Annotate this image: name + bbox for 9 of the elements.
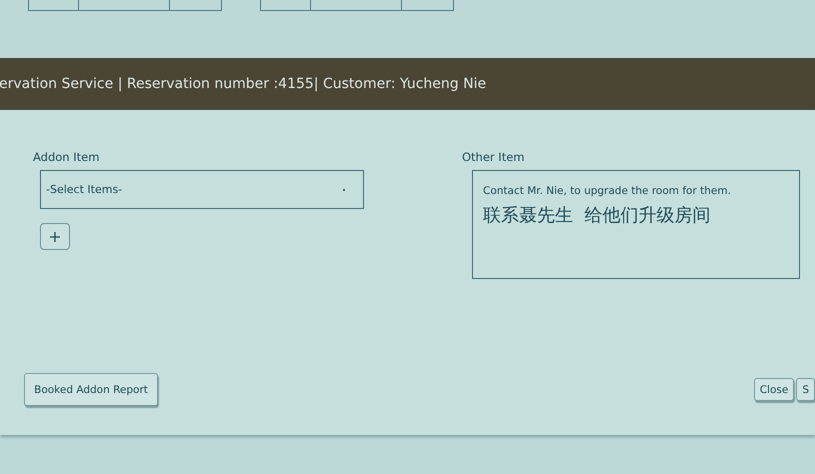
addon-select[interactable]: -Select Items- <box>40 170 364 209</box>
report-button[interactable]: Booked Addon Report <box>24 373 158 406</box>
addon-label: Addon Item <box>33 150 100 164</box>
add-button[interactable]: + <box>40 223 70 250</box>
other-item-label: Other Item <box>462 150 526 164</box>
other-item-field[interactable]: Contact Mr. Nie, to upgrade the room for them. 联系聂先生 给他们升级房间 <box>472 170 800 279</box>
dialog-button[interactable]: Close <box>754 378 794 401</box>
header-title: ervation Service | Reservation number :4155| Customer: Yucheng Nie <box>0 76 486 92</box>
dialog-button[interactable]: S <box>796 378 815 401</box>
